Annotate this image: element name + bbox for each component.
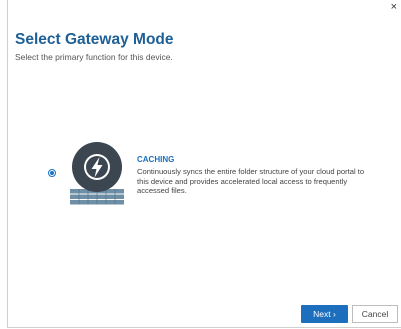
dialog-subtitle: Select the primary function for this dev… <box>15 52 173 62</box>
next-button-label: Next <box>313 309 331 319</box>
close-icon[interactable]: × <box>391 1 397 13</box>
caching-radio[interactable] <box>48 169 56 177</box>
chevron-right-icon: › <box>333 309 336 319</box>
lightning-bolt-server-icon <box>70 142 124 205</box>
dialog-title: Select Gateway Mode <box>15 31 174 48</box>
cancel-button[interactable]: Cancel <box>352 305 398 323</box>
next-button[interactable]: Next › <box>301 305 348 323</box>
option-caching-label: CACHING <box>137 155 175 164</box>
radio-selected-dot <box>50 171 54 175</box>
option-caching-description: Continuously syncs the entire folder str… <box>137 167 365 196</box>
